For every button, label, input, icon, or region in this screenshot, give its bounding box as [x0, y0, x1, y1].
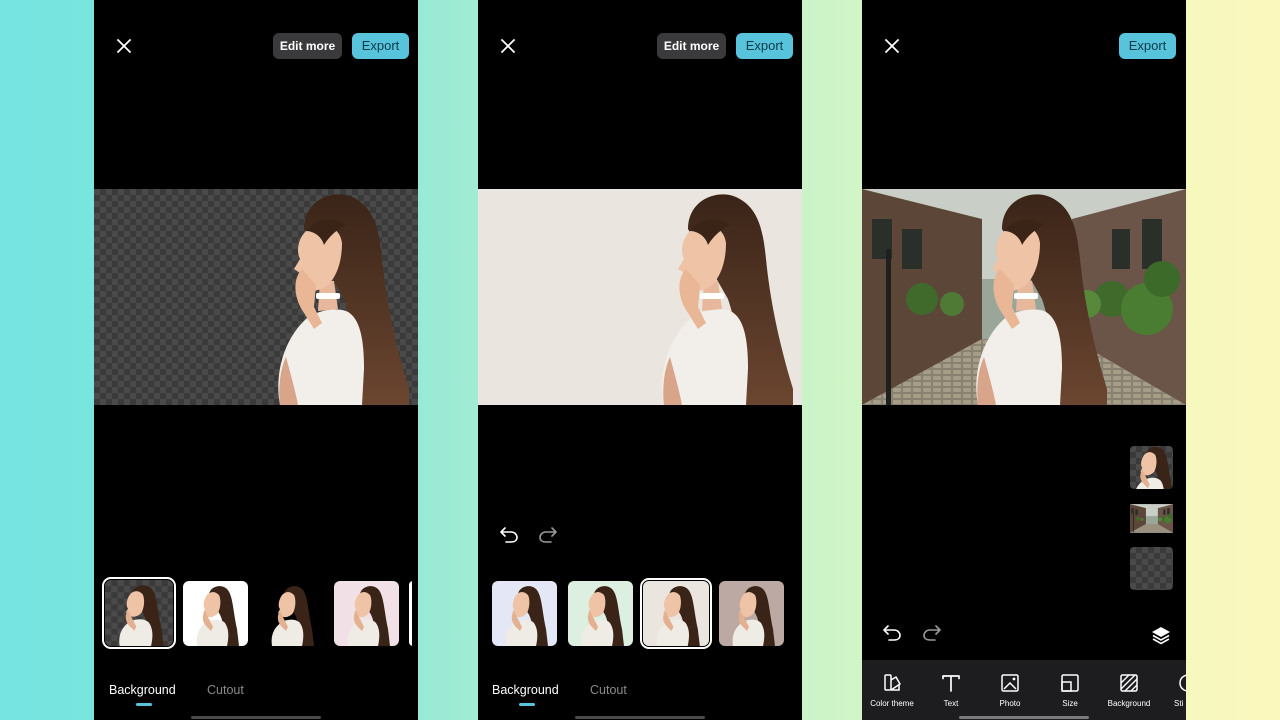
tab-background[interactable]: Background	[492, 683, 559, 697]
color-theme-icon	[881, 672, 903, 694]
export-button[interactable]: Export	[1119, 33, 1176, 59]
sticker-icon	[1177, 672, 1186, 694]
tool-sticker[interactable]: Sti	[1158, 660, 1186, 720]
tool-label: Background	[1107, 699, 1151, 708]
export-button[interactable]: Export	[736, 33, 793, 59]
tab-indicator	[519, 703, 535, 706]
thumbnail-lavender[interactable]	[492, 581, 557, 646]
thumbnail-beige[interactable]	[640, 578, 712, 649]
tab-indicator	[136, 703, 152, 706]
phone-panel-beige: Edit more Export Background Cutout	[478, 0, 802, 720]
thumbnail-mauve[interactable]	[719, 581, 784, 646]
thumbnail-transparent[interactable]	[102, 577, 176, 649]
edit-more-button[interactable]: Edit more	[657, 33, 726, 59]
tab-cutout[interactable]: Cutout	[207, 683, 244, 697]
text-icon	[940, 672, 962, 694]
thumbnail-black[interactable]	[258, 581, 323, 646]
tool-background[interactable]: Background	[1099, 660, 1159, 720]
phone-panel-street: Export Color theme Text Photo Size Backg…	[862, 0, 1186, 720]
thumbnail-mint[interactable]	[568, 581, 633, 646]
bottom-toolbar: Color theme Text Photo Size Background S…	[862, 660, 1186, 720]
tool-color-theme[interactable]: Color theme	[862, 660, 922, 720]
layer-street[interactable]	[1130, 497, 1173, 540]
photo-canvas	[94, 189, 418, 405]
thumbnail-partial[interactable]	[409, 581, 418, 646]
layer-transparent[interactable]	[1130, 547, 1173, 590]
thumbnail-pink[interactable]	[334, 581, 399, 646]
tab-background[interactable]: Background	[109, 683, 176, 697]
redo-icon[interactable]	[921, 621, 943, 643]
background-icon	[1118, 672, 1140, 694]
photo-canvas	[862, 189, 1186, 405]
close-icon[interactable]	[112, 34, 136, 58]
layers-icon[interactable]	[1150, 624, 1172, 646]
photo-canvas	[478, 189, 802, 405]
close-icon[interactable]	[880, 34, 904, 58]
export-button[interactable]: Export	[352, 33, 409, 59]
tool-label: Text	[943, 699, 959, 708]
tool-label: Sti	[1174, 699, 1184, 708]
home-indicator	[191, 716, 321, 719]
close-icon[interactable]	[496, 34, 520, 58]
home-indicator	[959, 716, 1089, 719]
redo-icon[interactable]	[537, 523, 559, 545]
tool-size[interactable]: Size	[1040, 660, 1100, 720]
tool-label: Size	[1062, 699, 1078, 708]
background-options	[478, 578, 802, 649]
phone-panel-transparent: Edit more Export Background Cutout	[94, 0, 418, 720]
size-icon	[1059, 672, 1081, 694]
tool-label: Color theme	[870, 699, 914, 708]
tool-text[interactable]: Text	[921, 660, 981, 720]
tool-label: Photo	[999, 699, 1021, 708]
photo-icon	[999, 672, 1021, 694]
undo-icon[interactable]	[881, 621, 903, 643]
layer-woman[interactable]	[1130, 446, 1173, 489]
tab-cutout[interactable]: Cutout	[590, 683, 627, 697]
tool-photo[interactable]: Photo	[980, 660, 1040, 720]
thumbnail-white[interactable]	[183, 581, 248, 646]
background-options	[94, 577, 418, 649]
undo-icon[interactable]	[498, 523, 520, 545]
home-indicator	[575, 716, 705, 719]
edit-more-button[interactable]: Edit more	[273, 33, 342, 59]
